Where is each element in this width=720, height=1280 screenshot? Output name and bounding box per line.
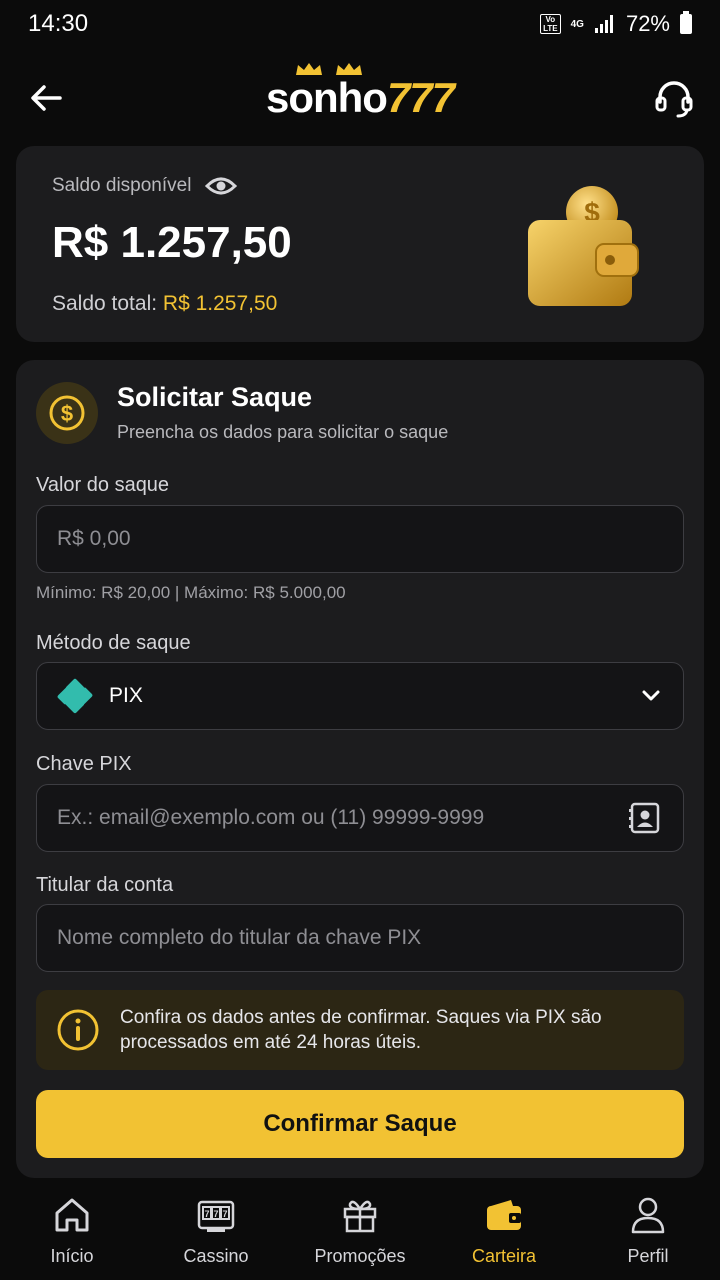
amount-hint: Mínimo: R$ 20,00 | Máximo: R$ 5.000,00 bbox=[36, 583, 346, 602]
pix-key-input[interactable] bbox=[57, 806, 627, 830]
method-value: PIX bbox=[109, 684, 143, 707]
logo-text: sonho bbox=[265, 74, 388, 121]
crown-icon bbox=[335, 63, 362, 75]
home-icon bbox=[55, 1198, 89, 1232]
nav-label: Perfil bbox=[627, 1246, 669, 1266]
nav-label: Carteira bbox=[471, 1246, 537, 1266]
nav-item-cassino[interactable]: 7 7 7 Cassino bbox=[144, 1186, 288, 1280]
pix-icon bbox=[57, 678, 93, 714]
battery-icon bbox=[680, 11, 692, 34]
wallet-icon bbox=[487, 1200, 521, 1230]
form-title: Solicitar Saque bbox=[117, 382, 313, 412]
method-label: Método de saque bbox=[36, 632, 191, 654]
balance-total: Saldo total: R$ 1.257,50 bbox=[52, 292, 277, 316]
headset-support-icon[interactable] bbox=[652, 76, 696, 120]
svg-text:7: 7 bbox=[222, 1209, 227, 1219]
coin-badge: $ bbox=[36, 382, 98, 444]
balance-label: Saldo disponível bbox=[52, 175, 192, 196]
balance-total-value: R$ 1.257,50 bbox=[162, 292, 278, 315]
holder-field[interactable] bbox=[36, 904, 684, 972]
eye-icon[interactable] bbox=[205, 174, 238, 198]
nav-label: Promoções bbox=[314, 1246, 406, 1266]
amount-input[interactable] bbox=[57, 527, 663, 551]
balance-total-label: Saldo total: bbox=[52, 292, 158, 315]
nav-item-carteira[interactable]: Carteira bbox=[432, 1186, 576, 1280]
nav-item-promocoes[interactable]: Promoções bbox=[288, 1186, 432, 1280]
holder-label: Titular da conta bbox=[36, 874, 174, 896]
brand-logo: sonho 777 bbox=[265, 63, 455, 122]
battery-percent: 72% bbox=[625, 11, 670, 36]
chevron-down-icon bbox=[642, 690, 660, 701]
gift-icon bbox=[343, 1200, 377, 1233]
info-notice: Confira os dados antes de confirmar. Saq… bbox=[36, 990, 684, 1070]
svg-text:$: $ bbox=[61, 401, 73, 426]
confirm-withdraw-button[interactable]: Confirmar Saque bbox=[36, 1090, 684, 1158]
pix-key-field[interactable] bbox=[36, 784, 684, 852]
method-select[interactable]: PIX bbox=[36, 662, 684, 730]
network-type: 4G bbox=[570, 18, 584, 30]
back-arrow-icon[interactable] bbox=[26, 78, 66, 118]
nav-label: Início bbox=[50, 1246, 94, 1266]
user-icon bbox=[631, 1197, 665, 1234]
nav-label: Cassino bbox=[183, 1246, 249, 1266]
volte-icon: Vo LTE bbox=[540, 14, 561, 34]
dollar-coin-icon: $ bbox=[49, 395, 85, 431]
notice-text: Confira os dados antes de confirmar. Saq… bbox=[120, 1007, 602, 1053]
status-time: 14:30 bbox=[28, 10, 89, 37]
holder-input[interactable] bbox=[57, 926, 663, 950]
contact-book-icon[interactable] bbox=[627, 800, 663, 836]
balance-card: Saldo disponível R$ 1.257,50 Saldo total… bbox=[16, 146, 704, 342]
signal-icon bbox=[594, 15, 613, 33]
amount-field[interactable] bbox=[36, 505, 684, 573]
form-subtitle: Preencha os dados para solicitar o saque bbox=[117, 422, 449, 442]
pix-key-label: Chave PIX bbox=[36, 753, 132, 775]
balance-label-row: Saldo disponível bbox=[52, 174, 238, 198]
nav-item-perfil[interactable]: Perfil bbox=[576, 1186, 720, 1280]
crown-icon bbox=[295, 63, 322, 75]
balance-amount: R$ 1.257,50 bbox=[52, 218, 292, 267]
bottom-nav: Início 7 7 7 Cassino Promoções Carteira … bbox=[0, 1186, 720, 1280]
amount-label: Valor do saque bbox=[36, 474, 170, 496]
status-indicators: Vo LTE 4G 72% bbox=[540, 11, 692, 37]
app-header: sonho 777 bbox=[0, 60, 720, 136]
status-bar: 14:30 Vo LTE 4G 72% bbox=[0, 0, 720, 48]
info-icon bbox=[57, 1009, 99, 1051]
withdraw-form-card: $ Solicitar Saque Preencha os dados para… bbox=[16, 360, 704, 1178]
nav-item-inicio[interactable]: Início bbox=[0, 1186, 144, 1280]
svg-text:7: 7 bbox=[204, 1209, 209, 1219]
gold-wallet-icon: $ bbox=[528, 186, 639, 306]
slot-machine-icon: 7 7 7 bbox=[197, 1200, 235, 1232]
svg-text:7: 7 bbox=[213, 1209, 218, 1219]
logo-number: 777 bbox=[386, 74, 455, 121]
